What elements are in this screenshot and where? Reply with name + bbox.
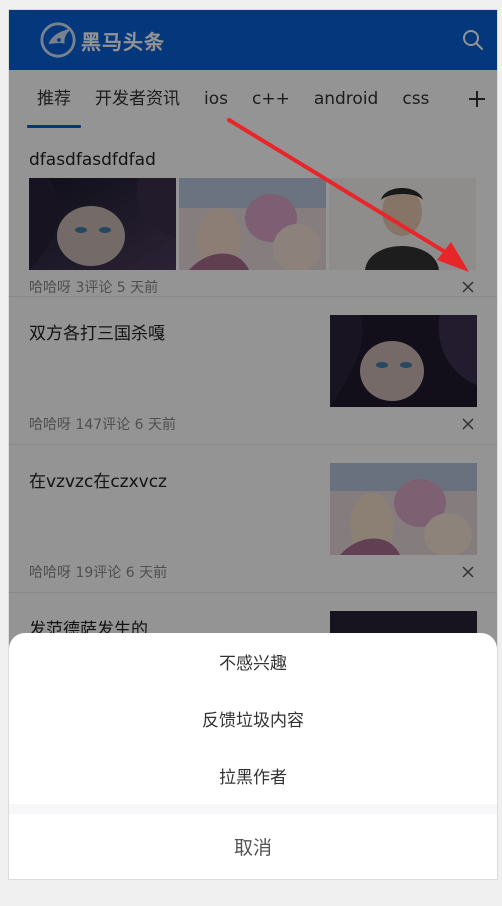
- app-viewport: 黑马头条 推荐 开发者资讯 ios c++ android css dfasdf…: [8, 9, 498, 880]
- option-report-spam[interactable]: 反馈垃圾内容: [9, 690, 497, 747]
- option-block-author[interactable]: 拉黑作者: [9, 747, 497, 804]
- action-sheet: 不感兴趣 反馈垃圾内容 拉黑作者 取消: [9, 633, 497, 879]
- cancel-button[interactable]: 取消: [9, 814, 497, 878]
- sheet-divider: [9, 804, 497, 814]
- option-not-interested[interactable]: 不感兴趣: [9, 633, 497, 690]
